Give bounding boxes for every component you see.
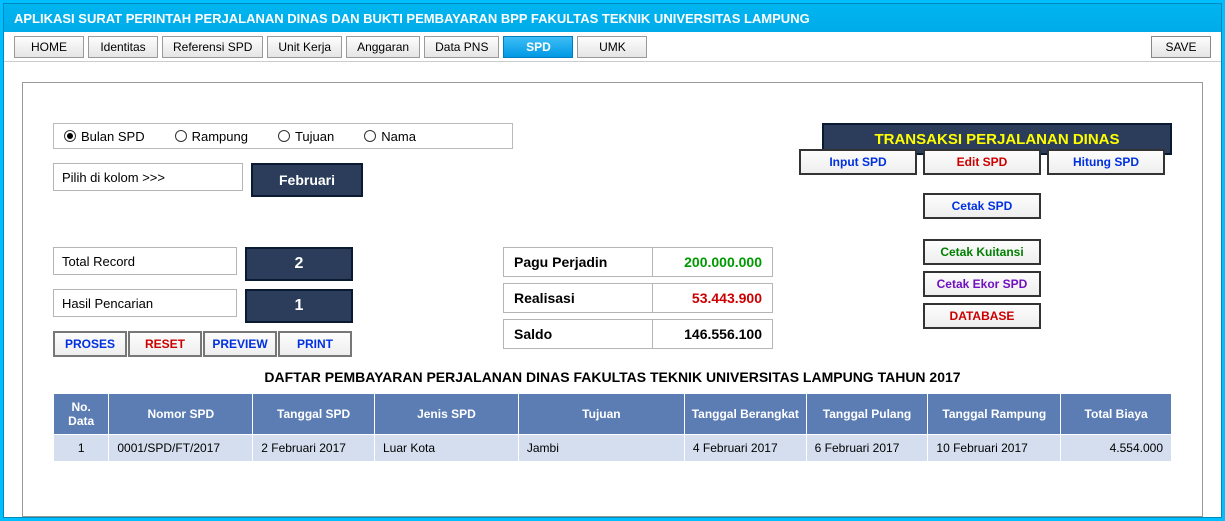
radio-bulan-spd[interactable]: Bulan SPD [64, 129, 145, 144]
print-button[interactable]: PRINT [278, 331, 352, 357]
total-record-label: Total Record [53, 247, 237, 275]
col-tanggal-spd: Tanggal SPD [253, 394, 375, 435]
radio-rampung[interactable]: Rampung [175, 129, 248, 144]
table-title: DAFTAR PEMBAYARAN PERJALANAN DINAS FAKUL… [53, 369, 1172, 385]
col-no: No. Data [54, 394, 109, 435]
pagu-label: Pagu Perjadin [503, 247, 653, 277]
proses-button[interactable]: PROSES [53, 331, 127, 357]
col-tujuan: Tujuan [518, 394, 684, 435]
main-panel: Bulan SPD Rampung Tujuan Nama [22, 82, 1203, 517]
preview-button[interactable]: PREVIEW [203, 331, 277, 357]
tab-spd[interactable]: SPD [503, 36, 573, 58]
radio-dot-icon [278, 130, 290, 142]
pagu-value: 200.000.000 [653, 247, 773, 277]
cell-total-biaya: 4.554.000 [1061, 435, 1172, 462]
radio-dot-icon [64, 130, 76, 142]
database-button[interactable]: DATABASE [923, 303, 1041, 329]
radio-dot-icon [175, 130, 187, 142]
cell-tanggal-spd: 2 Februari 2017 [253, 435, 375, 462]
tab-identitas[interactable]: Identitas [88, 36, 158, 58]
radio-rampung-label: Rampung [192, 129, 248, 144]
radio-tujuan[interactable]: Tujuan [278, 129, 334, 144]
radio-tujuan-label: Tujuan [295, 129, 334, 144]
col-tanggal-berangkat: Tanggal Berangkat [684, 394, 806, 435]
radio-bulan-label: Bulan SPD [81, 129, 145, 144]
col-nomor-spd: Nomor SPD [109, 394, 253, 435]
saldo-label: Saldo [503, 319, 653, 349]
col-total-biaya: Total Biaya [1061, 394, 1172, 435]
hasil-pencarian-value: 1 [245, 289, 353, 323]
tab-umk[interactable]: UMK [577, 36, 647, 58]
tab-anggaran[interactable]: Anggaran [346, 36, 420, 58]
cetak-ekor-spd-button[interactable]: Cetak Ekor SPD [923, 271, 1041, 297]
month-selector[interactable]: Februari [251, 163, 363, 197]
hasil-pencarian-label: Hasil Pencarian [53, 289, 237, 317]
cell-no: 1 [54, 435, 109, 462]
menu-bar: HOME Identitas Referensi SPD Unit Kerja … [4, 32, 1221, 62]
data-table: No. Data Nomor SPD Tanggal SPD Jenis SPD… [53, 393, 1172, 462]
col-jenis-spd: Jenis SPD [374, 394, 518, 435]
tab-data-pns[interactable]: Data PNS [424, 36, 499, 58]
filter-hint-box[interactable]: Pilih di kolom >>> [53, 163, 243, 191]
reset-button[interactable]: RESET [128, 331, 202, 357]
cell-jenis-spd: Luar Kota [374, 435, 518, 462]
cell-tanggal-pulang: 6 Februari 2017 [806, 435, 928, 462]
radio-nama[interactable]: Nama [364, 129, 416, 144]
hitung-spd-button[interactable]: Hitung SPD [1047, 149, 1165, 175]
save-button[interactable]: SAVE [1151, 36, 1211, 58]
cetak-spd-button[interactable]: Cetak SPD [923, 193, 1041, 219]
realisasi-value: 53.443.900 [653, 283, 773, 313]
filter-radios: Bulan SPD Rampung Tujuan Nama [53, 123, 513, 149]
radio-dot-icon [364, 130, 376, 142]
radio-nama-label: Nama [381, 129, 416, 144]
edit-spd-button[interactable]: Edit SPD [923, 149, 1041, 175]
app-title: APLIKASI SURAT PERINTAH PERJALANAN DINAS… [14, 11, 810, 26]
cetak-kuitansi-button[interactable]: Cetak Kuitansi [923, 239, 1041, 265]
tab-home[interactable]: HOME [14, 36, 84, 58]
cell-tanggal-rampung: 10 Februari 2017 [928, 435, 1061, 462]
tab-referensi-spd[interactable]: Referensi SPD [162, 36, 263, 58]
realisasi-label: Realisasi [503, 283, 653, 313]
col-tanggal-rampung: Tanggal Rampung [928, 394, 1061, 435]
total-record-value: 2 [245, 247, 353, 281]
tab-unit-kerja[interactable]: Unit Kerja [267, 36, 342, 58]
table-row[interactable]: 1 0001/SPD/FT/2017 2 Februari 2017 Luar … [54, 435, 1172, 462]
title-bar: APLIKASI SURAT PERINTAH PERJALANAN DINAS… [4, 4, 1221, 32]
cell-tujuan: Jambi [518, 435, 684, 462]
saldo-value: 146.556.100 [653, 319, 773, 349]
col-tanggal-pulang: Tanggal Pulang [806, 394, 928, 435]
cell-tanggal-berangkat: 4 Februari 2017 [684, 435, 806, 462]
input-spd-button[interactable]: Input SPD [799, 149, 917, 175]
cell-nomor-spd: 0001/SPD/FT/2017 [109, 435, 253, 462]
